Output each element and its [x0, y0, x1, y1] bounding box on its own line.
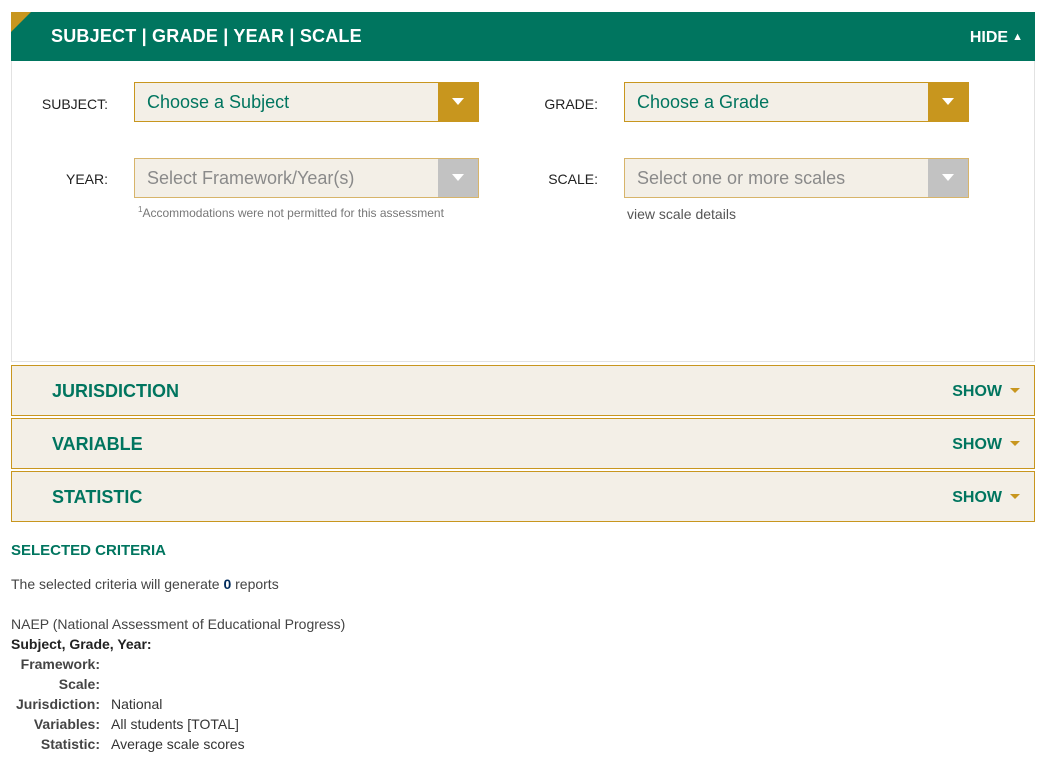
jurisdiction-title: JURISDICTION [52, 381, 180, 401]
subject-grade-year-label: Subject, Grade, Year: [11, 636, 152, 652]
grade-label: GRADE: [544, 96, 598, 112]
variable-title: VARIABLE [52, 434, 143, 454]
criteria-summary: The selected criteria will generate 0 re… [11, 576, 279, 592]
variables-value: All students [TOTAL] [111, 716, 239, 732]
statistic-key: Statistic: [40, 736, 100, 752]
hide-label: HIDE [969, 29, 1009, 46]
chevron-down-icon[interactable] [928, 159, 968, 197]
chevron-down-icon[interactable] [438, 159, 478, 197]
variables-key: Variables: [33, 716, 100, 732]
caret-up-icon: ▲ [1012, 31, 1023, 43]
statistic-value: Average scale scores [111, 736, 245, 752]
statistic-section[interactable]: STATISTIC SHOW [11, 471, 1035, 522]
jurisdiction-section[interactable]: JURISDICTION SHOW [11, 365, 1035, 416]
report-count: 0 [223, 576, 232, 592]
hide-toggle[interactable]: HIDE ▲ [970, 29, 1023, 47]
subject-grade-year-scale-header: SUBJECT | GRADE | YEAR | SCALE HIDE ▲ [11, 12, 1035, 61]
panel-title: SUBJECT | GRADE | YEAR | SCALE [51, 26, 362, 46]
accommodations-note-text: Accommodations were not permitted for th… [142, 206, 444, 220]
grade-select-value: Choose a Grade [637, 92, 770, 112]
view-scale-details-link[interactable]: view scale details [627, 206, 736, 222]
scale-select-value: Select one or more scales [637, 168, 846, 188]
scale-label: SCALE: [548, 171, 598, 187]
scale-select[interactable]: Select one or more scales [624, 158, 969, 198]
summary-suffix: reports [235, 576, 279, 592]
caret-down-icon [1010, 494, 1020, 499]
year-select-value: Select Framework/Year(s) [147, 168, 355, 188]
subject-label: SUBJECT: [41, 96, 108, 112]
framework-key: Framework: [20, 656, 100, 672]
caret-down-icon [1010, 388, 1020, 393]
variable-show-toggle[interactable]: SHOW [952, 436, 1020, 454]
jurisdiction-value: National [111, 696, 163, 712]
show-label: SHOW [952, 383, 1002, 400]
subject-select[interactable]: Choose a Subject [134, 82, 479, 122]
accommodations-note: 1Accommodations were not permitted for t… [138, 205, 444, 220]
chevron-down-icon[interactable] [438, 83, 478, 121]
year-select[interactable]: Select Framework/Year(s) [134, 158, 479, 198]
show-label: SHOW [952, 489, 1002, 506]
caret-down-icon [1010, 441, 1020, 446]
scale-key: Scale: [58, 676, 100, 692]
statistic-show-toggle[interactable]: SHOW [952, 489, 1020, 507]
grade-select[interactable]: Choose a Grade [624, 82, 969, 122]
show-label: SHOW [952, 436, 1002, 453]
variable-section[interactable]: VARIABLE SHOW [11, 418, 1035, 469]
year-label: YEAR: [65, 171, 108, 187]
chevron-down-icon[interactable] [928, 83, 968, 121]
subject-select-value: Choose a Subject [147, 92, 290, 112]
summary-prefix: The selected criteria will generate [11, 576, 220, 592]
jurisdiction-show-toggle[interactable]: SHOW [952, 383, 1020, 401]
statistic-title: STATISTIC [52, 487, 143, 507]
assessment-name: NAEP (National Assessment of Educational… [11, 616, 346, 632]
selected-criteria-title: SELECTED CRITERIA [11, 542, 167, 559]
corner-accent [11, 12, 31, 32]
jurisdiction-key: Jurisdiction: [15, 696, 100, 712]
